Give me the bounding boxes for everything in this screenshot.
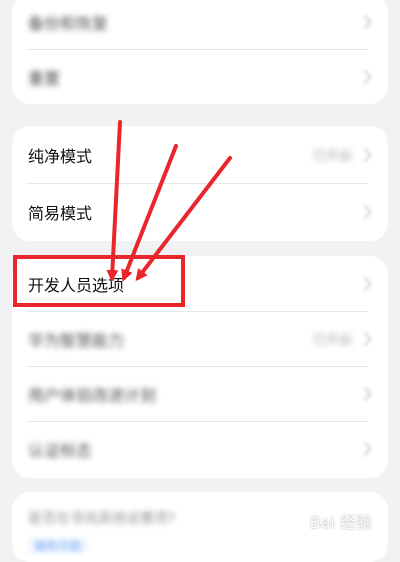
chevron-right-icon [357, 386, 373, 401]
faq-text: 是否在寻找其他设置项? [28, 511, 176, 527]
row-right: 已开启 [312, 329, 373, 348]
chevron-right-icon [357, 331, 373, 346]
chevron-right-icon [357, 276, 373, 291]
settings-row-pure-mode[interactable]: 纯净模式 已开启 [12, 126, 388, 183]
row-right [352, 69, 373, 84]
settings-row-simple-mode[interactable]: 简易模式 [12, 183, 388, 240]
paw-icon [292, 514, 303, 527]
settings-row-user-experience[interactable]: 用户体验改进计划 [12, 366, 388, 421]
settings-card-1: 备份和恢复 重置 [12, 0, 388, 104]
row-right [352, 441, 373, 456]
settings-card-2: 纯净模式 已开启 简易模式 [12, 126, 388, 241]
chevron-right-icon [357, 69, 373, 84]
row-right [352, 14, 373, 29]
settings-row-reset[interactable]: 重置 [12, 49, 388, 104]
row-label: 认证标志 [28, 440, 93, 460]
row-label: 用户体验改进计划 [28, 385, 157, 405]
row-label: 重置 [28, 68, 61, 88]
highlight-box [13, 255, 185, 307]
row-value: 已开启 [312, 149, 352, 164]
baidu-watermark: Bai 经验 [290, 509, 372, 533]
chevron-right-icon [357, 14, 373, 29]
row-label: 备份和恢复 [28, 13, 109, 33]
chevron-right-icon [357, 204, 373, 219]
row-right: 已开启 [312, 145, 373, 164]
chevron-right-icon [357, 147, 373, 162]
row-right [352, 204, 373, 219]
row-label: 华为智慧能力 [28, 330, 125, 350]
settings-row-certification[interactable]: 认证标志 [12, 421, 388, 476]
settings-row-smart-ability[interactable]: 华为智慧能力 已开启 [12, 311, 388, 366]
faq-link[interactable]: 辅助功能 [28, 537, 89, 554]
watermark-text: Bai 经验 [309, 513, 372, 532]
row-label: 简易模式 [28, 203, 93, 223]
settings-row-backup[interactable]: 备份和恢复 [12, 0, 388, 49]
row-label: 纯净模式 [28, 146, 93, 166]
row-right [352, 386, 373, 401]
row-value: 已开启 [312, 333, 352, 348]
chevron-right-icon [357, 441, 373, 456]
row-right [352, 276, 373, 291]
